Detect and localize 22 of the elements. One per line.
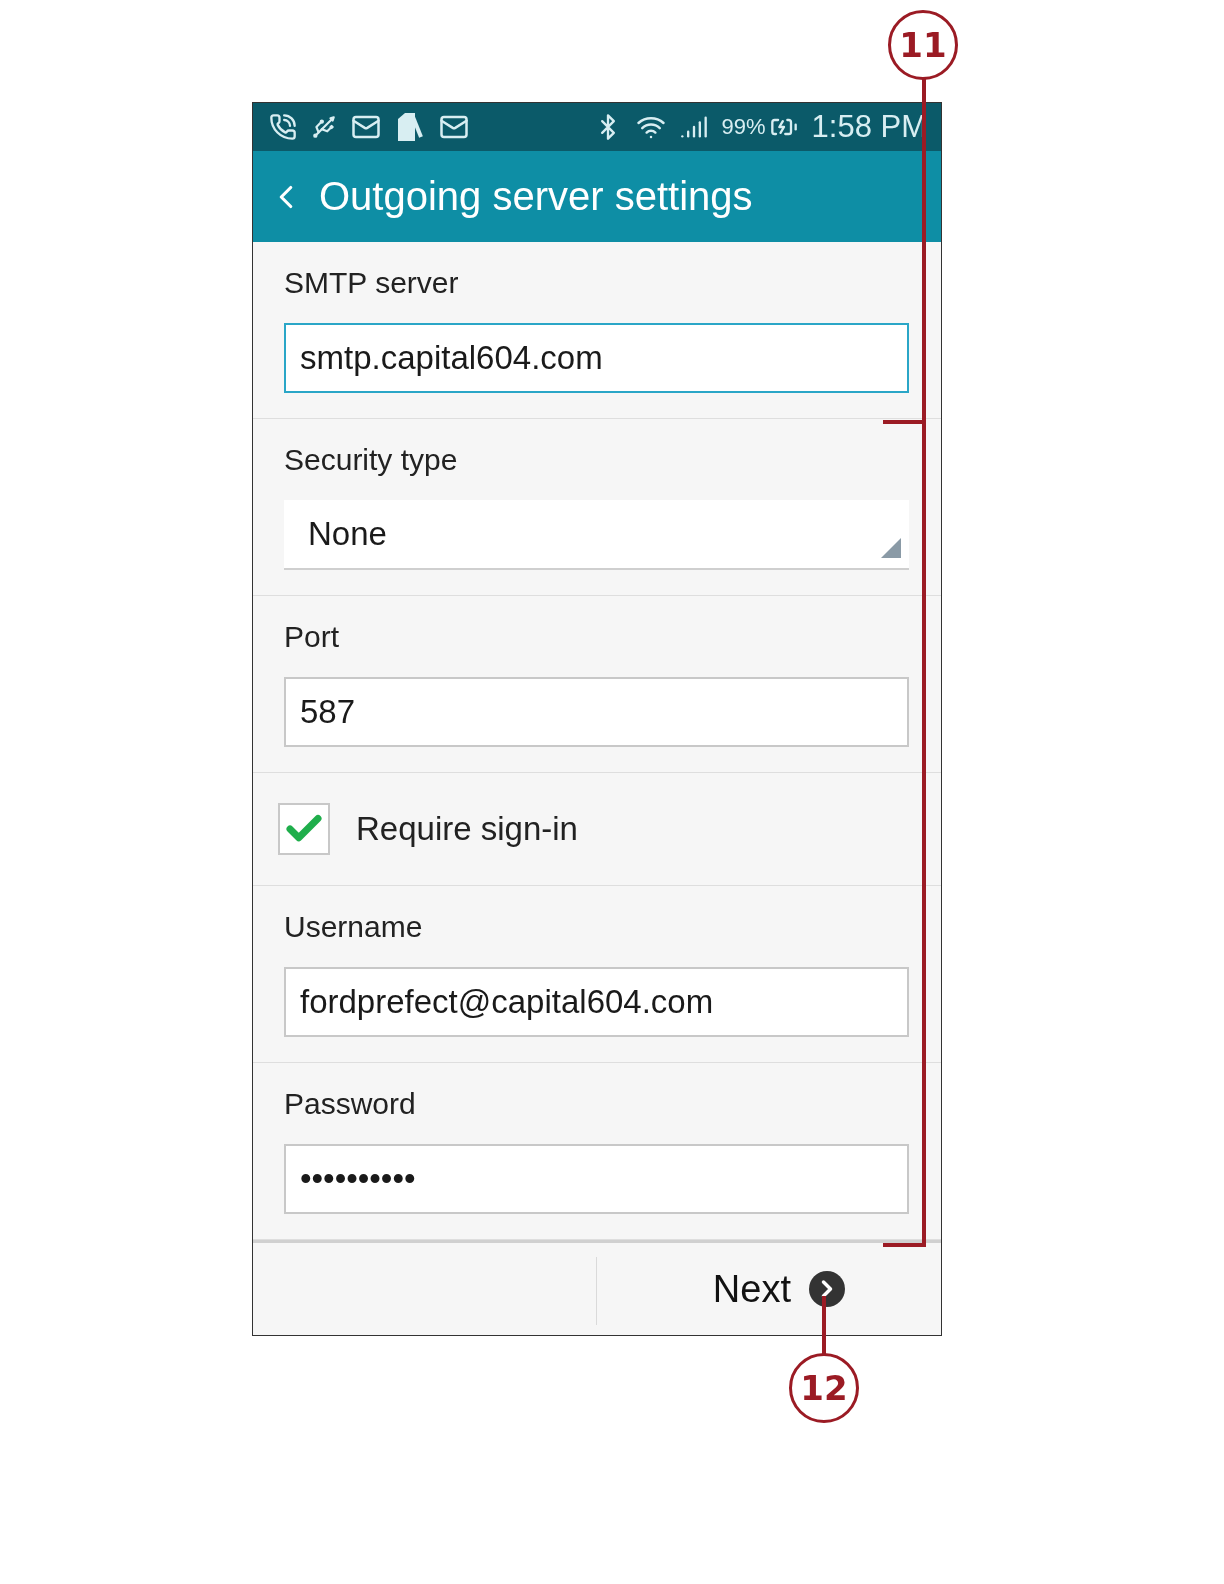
dropdown-corner-icon — [881, 538, 901, 558]
callout-number: 11 — [888, 10, 958, 80]
field-label: SMTP server — [284, 266, 460, 300]
field-label: Password — [284, 1087, 417, 1121]
input-field[interactable]: •••••••••• — [284, 1144, 909, 1214]
input-field[interactable]: fordprefect@capital604.com — [284, 967, 909, 1037]
screen-title: Outgoing server settings — [319, 174, 753, 219]
checkbox[interactable] — [278, 803, 330, 855]
wifi-calling-icon — [269, 113, 297, 141]
next-button[interactable]: Next — [712, 1243, 941, 1335]
leader-line — [822, 1296, 826, 1354]
field-label: Security type — [284, 443, 459, 477]
field-label: Port — [284, 620, 341, 654]
field-label: Username — [284, 910, 424, 944]
callout-number: 12 — [789, 1353, 859, 1423]
input-field[interactable]: 587 — [284, 677, 909, 747]
input-field[interactable]: smtp.capital604.com — [284, 323, 909, 393]
sim-card-icon — [395, 111, 425, 143]
dropdown-field[interactable]: None — [284, 500, 909, 570]
usb-icon — [311, 114, 337, 140]
checkbox-label: Require sign-in — [356, 810, 578, 848]
battery-percentage: 99% — [721, 114, 766, 140]
